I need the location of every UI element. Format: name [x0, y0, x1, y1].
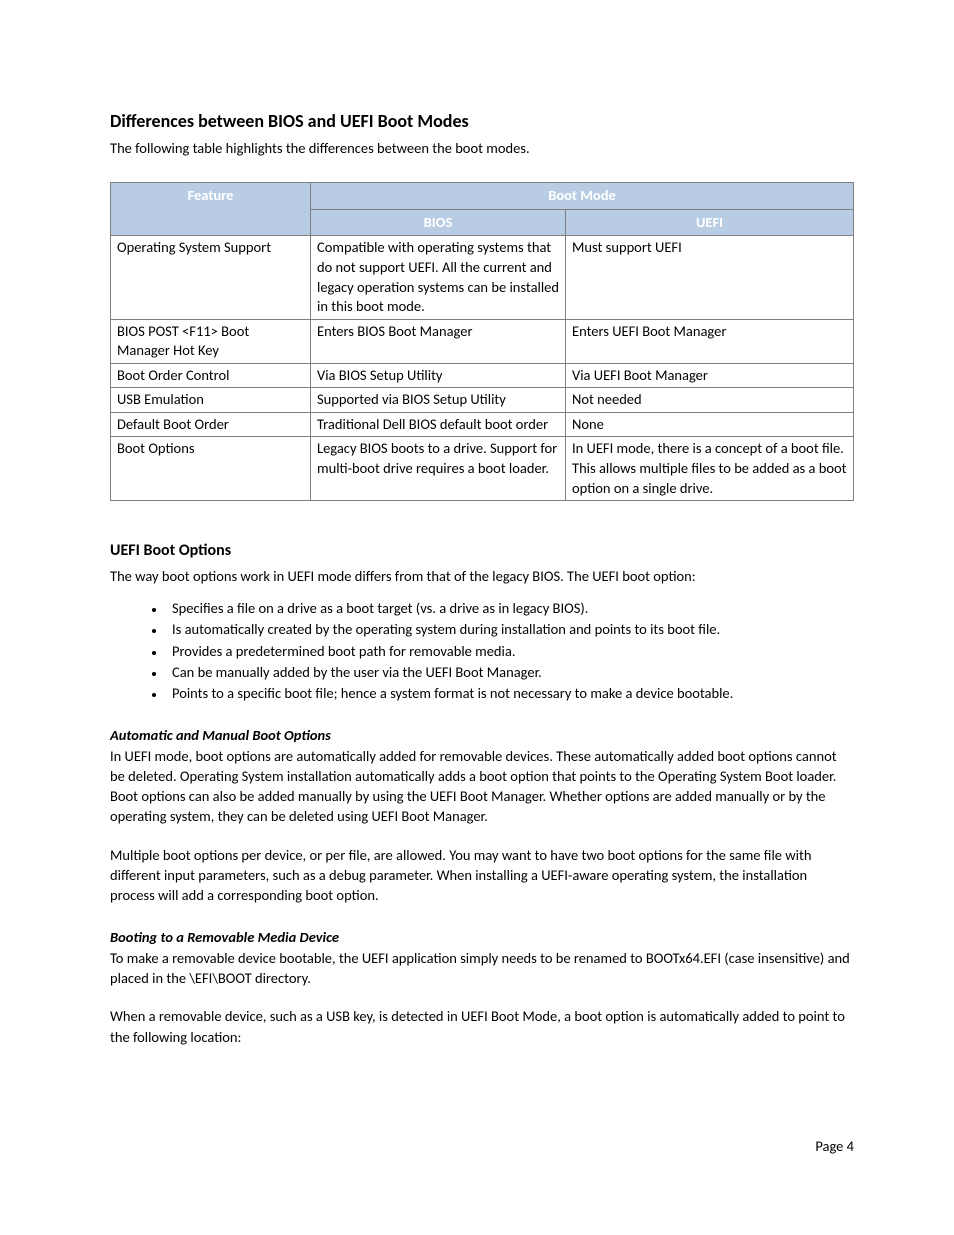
th-feature: Feature: [111, 183, 311, 236]
cell-uefi: Not needed: [566, 388, 854, 413]
cell-bios: Enters BIOS Boot Manager: [311, 319, 566, 363]
boot-modes-table: Feature Boot Mode BIOS UEFI Operating Sy…: [110, 182, 854, 501]
table-row: Default Boot OrderTraditional Dell BIOS …: [111, 412, 854, 437]
paragraph: To make a removable device bootable, the…: [110, 948, 854, 989]
th-boot-mode: Boot Mode: [311, 183, 854, 210]
uefi-boot-options-list: Specifies a file on a drive as a boot ta…: [110, 598, 854, 703]
section-heading-differences: Differences between BIOS and UEFI Boot M…: [110, 110, 854, 132]
th-bios: BIOS: [311, 209, 566, 236]
cell-feature: Operating System Support: [111, 236, 311, 319]
cell-uefi: Via UEFI Boot Manager: [566, 363, 854, 388]
list-item: Is automatically created by the operatin…: [166, 619, 854, 640]
cell-feature: Boot Options: [111, 437, 311, 501]
cell-feature: BIOS POST <F11> Boot Manager Hot Key: [111, 319, 311, 363]
paragraph: Multiple boot options per device, or per…: [110, 845, 854, 906]
cell-bios: Legacy BIOS boots to a drive. Support fo…: [311, 437, 566, 501]
subheading-auto-manual: Automatic and Manual Boot Options: [110, 726, 854, 744]
cell-feature: Default Boot Order: [111, 412, 311, 437]
table-row: USB EmulationSupported via BIOS Setup Ut…: [111, 388, 854, 413]
cell-uefi: None: [566, 412, 854, 437]
paragraph: In UEFI mode, boot options are automatic…: [110, 746, 854, 827]
cell-uefi: Enters UEFI Boot Manager: [566, 319, 854, 363]
page-number: Page 4: [815, 1137, 854, 1155]
subheading-removable-media: Booting to a Removable Media Device: [110, 928, 854, 946]
list-item: Can be manually added by the user via th…: [166, 662, 854, 683]
th-uefi: UEFI: [566, 209, 854, 236]
table-row: Operating System SupportCompatible with …: [111, 236, 854, 319]
cell-bios: Supported via BIOS Setup Utility: [311, 388, 566, 413]
cell-bios: Compatible with operating systems that d…: [311, 236, 566, 319]
cell-bios: Traditional Dell BIOS default boot order: [311, 412, 566, 437]
cell-feature: Boot Order Control: [111, 363, 311, 388]
table-row: Boot OptionsLegacy BIOS boots to a drive…: [111, 437, 854, 501]
table-body: Operating System SupportCompatible with …: [111, 236, 854, 501]
section-heading-uefi-boot-options: UEFI Boot Options: [110, 541, 854, 560]
list-item: Specifies a file on a drive as a boot ta…: [166, 598, 854, 619]
paragraph: When a removable device, such as a USB k…: [110, 1006, 854, 1047]
list-item: Points to a specific boot file; hence a …: [166, 683, 854, 704]
cell-uefi: Must support UEFI: [566, 236, 854, 319]
table-row: BIOS POST <F11> Boot Manager Hot KeyEnte…: [111, 319, 854, 363]
table-row: Boot Order ControlVia BIOS Setup Utility…: [111, 363, 854, 388]
cell-bios: Via BIOS Setup Utility: [311, 363, 566, 388]
cell-feature: USB Emulation: [111, 388, 311, 413]
cell-uefi: In UEFI mode, there is a concept of a bo…: [566, 437, 854, 501]
section-intro-uefi: The way boot options work in UEFI mode d…: [110, 566, 854, 586]
section-intro-differences: The following table highlights the diffe…: [110, 138, 854, 158]
list-item: Provides a predetermined boot path for r…: [166, 641, 854, 662]
